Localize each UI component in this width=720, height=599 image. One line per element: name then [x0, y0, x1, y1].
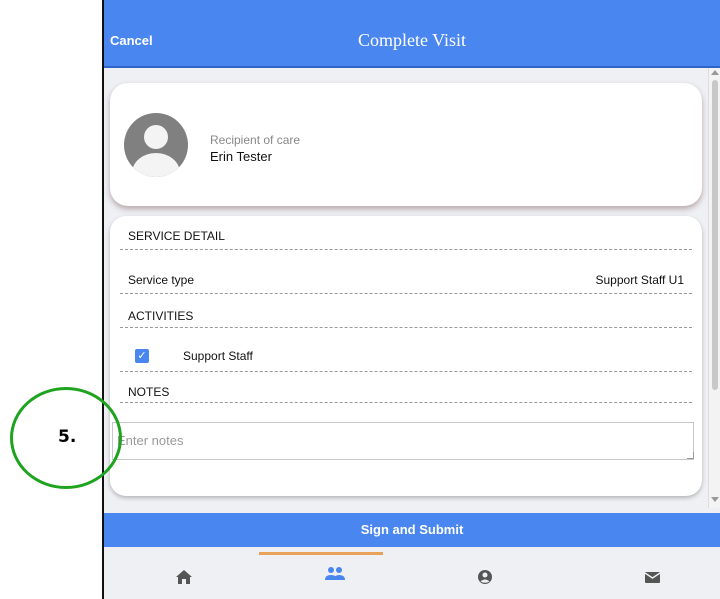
activity-checkbox[interactable]: ✓ [135, 349, 149, 363]
activities-header: ACTIVITIES [120, 293, 692, 328]
nav-mail[interactable] [569, 547, 720, 599]
service-detail-header: SERVICE DETAIL [120, 216, 692, 250]
service-type-value: Support Staff U1 [595, 273, 685, 287]
service-card: SERVICE DETAIL Service type Support Staf… [110, 216, 702, 496]
account-icon [478, 570, 492, 584]
step-callout-label: 5. [58, 427, 77, 447]
nav-home[interactable] [114, 547, 268, 599]
page-title: Complete Visit [357, 30, 467, 50]
avatar-icon [124, 113, 188, 177]
notes-input[interactable] [112, 422, 694, 460]
recipient-card: Recipient of care Erin Tester [110, 83, 702, 206]
notes-header: NOTES [120, 371, 692, 403]
service-type-row: Service type Support Staff U1 [120, 249, 692, 294]
home-icon [176, 570, 192, 584]
people-icon [325, 567, 345, 580]
sign-and-submit-button[interactable]: Sign and Submit [104, 513, 720, 547]
service-type-label: Service type [128, 273, 195, 287]
recipient-label: Recipient of care [210, 133, 301, 147]
scroll-up-arrow-icon[interactable] [711, 70, 719, 75]
mail-icon [644, 572, 661, 583]
scroll-down-arrow-icon[interactable] [711, 497, 719, 502]
service-detail-label: SERVICE DETAIL [128, 229, 225, 243]
resize-grip-icon[interactable] [687, 452, 694, 459]
scrollbar-thumb[interactable] [712, 80, 718, 390]
notes-label: NOTES [128, 385, 170, 399]
activity-label: Support Staff [183, 349, 253, 363]
scroll-content[interactable]: Recipient of care Erin Tester SERVICE DE… [104, 68, 708, 508]
activities-label: ACTIVITIES [128, 309, 194, 323]
header-bar: Cancel Complete Visit [104, 0, 720, 68]
nav-account[interactable] [414, 547, 568, 599]
scrollbar[interactable] [708, 68, 720, 508]
app-window: Cancel Complete Visit Recipient of care … [102, 0, 720, 599]
bottom-nav [104, 547, 720, 599]
activity-item[interactable]: ✓ Support Staff [120, 327, 692, 372]
nav-people[interactable] [259, 547, 413, 599]
recipient-name: Erin Tester [210, 149, 272, 164]
